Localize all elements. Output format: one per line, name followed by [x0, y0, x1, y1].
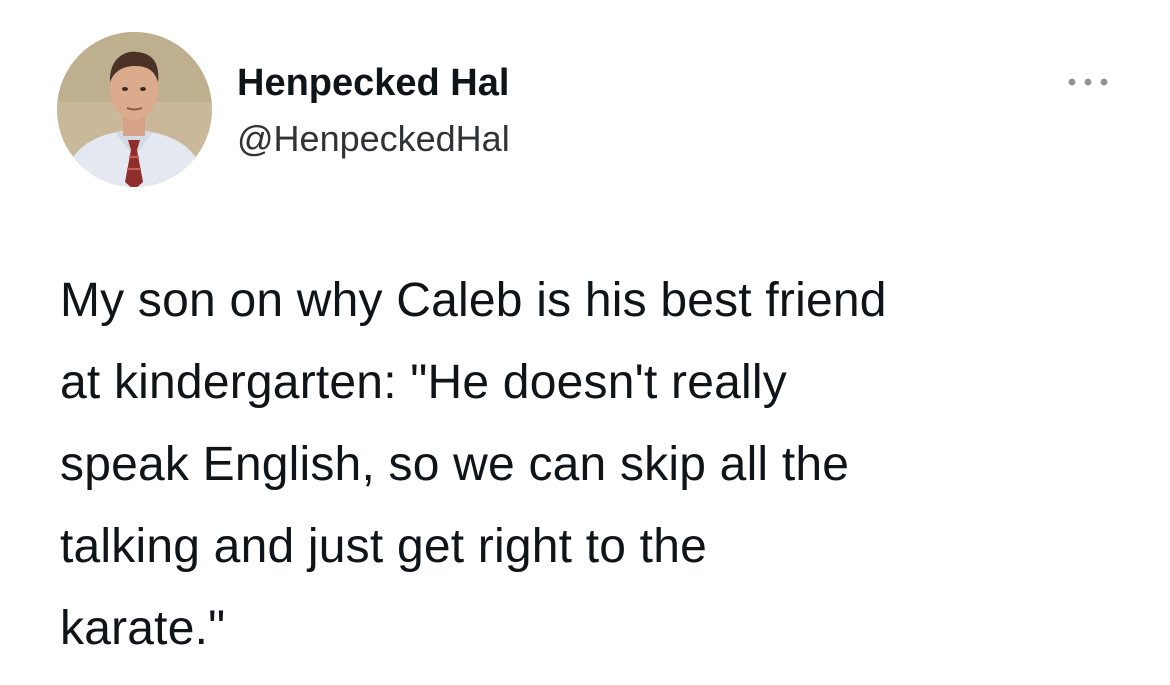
tweet-text: My son on why Caleb is his best friend a… — [60, 274, 887, 655]
tweet-card: Henpecked Hal @HenpeckedHal My son on wh… — [0, 0, 1170, 685]
more-options-button[interactable] — [1062, 70, 1114, 94]
ellipsis-icon — [1068, 78, 1108, 86]
author-handle[interactable]: @HenpeckedHal — [237, 117, 510, 161]
avatar-photo-icon — [57, 32, 212, 187]
author-display-name[interactable]: Henpecked Hal — [237, 60, 509, 106]
author-avatar[interactable] — [57, 32, 212, 187]
